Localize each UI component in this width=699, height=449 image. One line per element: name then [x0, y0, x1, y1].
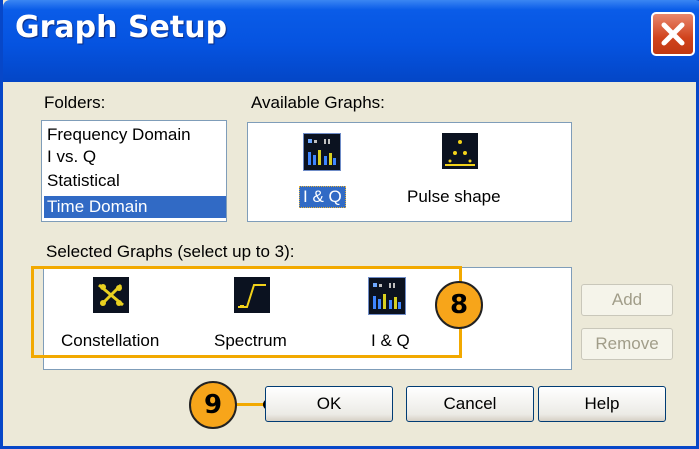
remove-button[interactable]: Remove — [581, 328, 673, 360]
window-title: Graph Setup — [15, 10, 228, 45]
folders-label: Folders: — [44, 93, 106, 112]
selected-graphs-label: Selected Graphs (select up to 3): — [46, 242, 295, 261]
close-button[interactable] — [651, 12, 695, 56]
pulse-shape-graph-icon[interactable] — [442, 133, 478, 169]
close-icon — [661, 22, 685, 46]
folders-listbox[interactable]: Frequency Domain I vs. Q Statistical Tim… — [41, 120, 227, 222]
available-graphs-label: Available Graphs: — [251, 93, 385, 112]
callout-badge-8: 8 — [435, 281, 483, 329]
folder-item-i-vs-q[interactable]: I vs. Q — [44, 146, 99, 168]
callout-badge-9: 9 — [189, 381, 237, 429]
add-button[interactable]: Add — [581, 284, 673, 316]
title-bar[interactable]: Graph Setup — [3, 0, 699, 82]
available-graph-pulse-shape-label[interactable]: Pulse shape — [407, 187, 501, 207]
folder-item-statistical[interactable]: Statistical — [44, 170, 123, 192]
folder-item-frequency-domain[interactable]: Frequency Domain — [44, 124, 194, 146]
graph-setup-dialog: Graph Setup Folders: Frequency Domain I … — [0, 0, 699, 449]
folder-item-time-domain[interactable]: Time Domain — [44, 196, 226, 218]
available-graph-iq-label[interactable]: I & Q — [299, 186, 346, 208]
cancel-button[interactable]: Cancel — [406, 386, 534, 422]
ok-button[interactable]: OK — [265, 386, 393, 422]
iq-graph-icon[interactable] — [303, 133, 341, 171]
available-graphs-panel[interactable]: I & Q Pulse shape — [247, 122, 572, 222]
selected-graphs-callout-highlight — [31, 266, 462, 358]
help-button[interactable]: Help — [538, 386, 666, 422]
